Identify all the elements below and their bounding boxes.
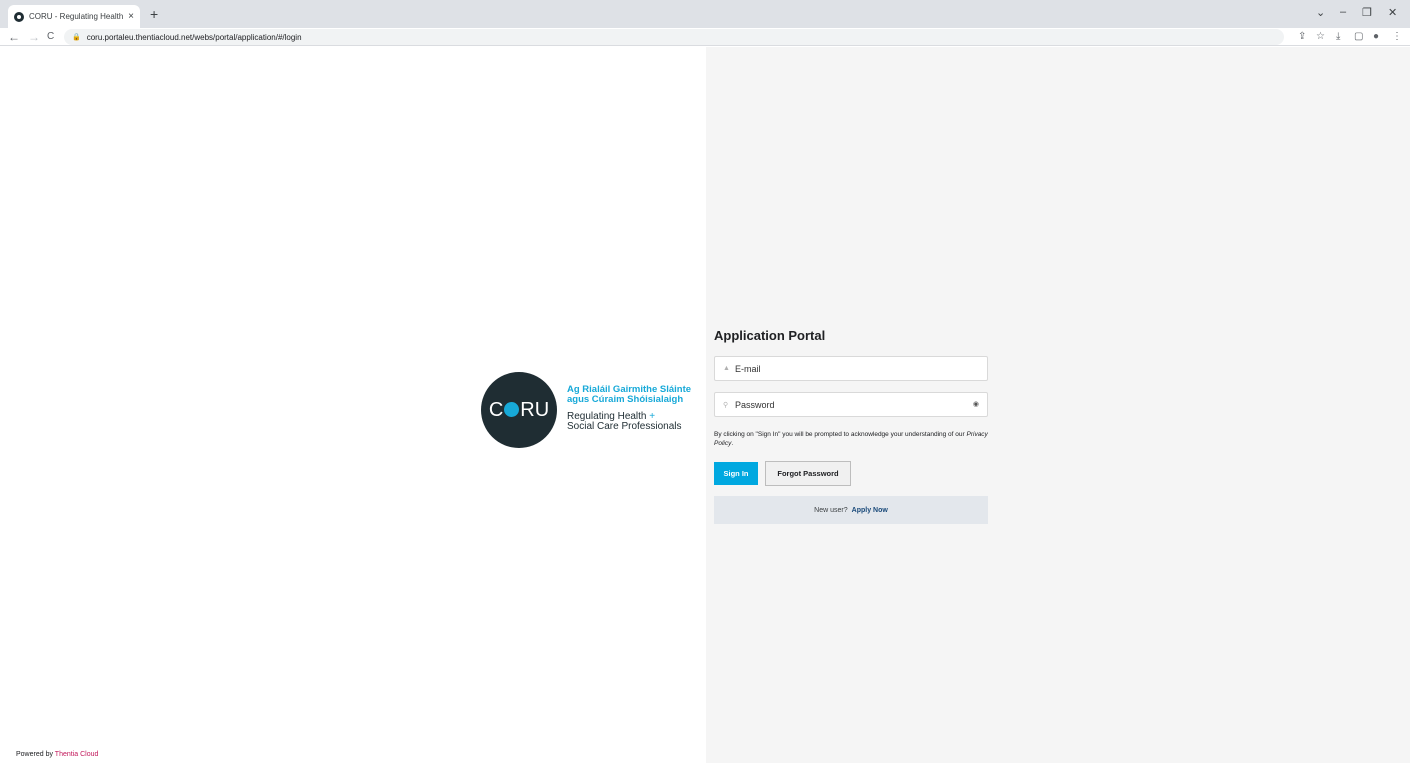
address-bar[interactable]: 🔒 coru.portaleu.thentiacloud.net/webs/po… [64, 29, 1284, 45]
tab-search-chevron-icon[interactable]: ⌄ [1316, 6, 1325, 19]
new-user-banner: New user? Apply Now [714, 496, 988, 524]
password-input[interactable] [735, 399, 955, 410]
address-url: coru.portaleu.thentiacloud.net/webs/port… [86, 32, 302, 42]
logo-english-tagline: Regulating Health + Social Care Professi… [567, 412, 682, 432]
consent-text: By clicking on "Sign In" you will be pro… [714, 430, 994, 448]
logo-english-line2: Social Care Professionals [567, 421, 682, 432]
minimize-icon[interactable]: – [1340, 6, 1346, 18]
side-panel-icon[interactable]: ▢ [1354, 30, 1363, 44]
profile-avatar-icon[interactable]: ● [1373, 30, 1379, 44]
forgot-password-button[interactable]: Forgot Password [765, 461, 851, 486]
bookmark-star-icon[interactable]: ☆ [1316, 30, 1325, 44]
email-input[interactable] [735, 363, 955, 374]
logo-irish-line2: agus Cúraim Shóisialaigh [567, 394, 684, 405]
download-icon[interactable]: ⤓ [1336, 30, 1340, 44]
logo-dot-icon [504, 402, 520, 417]
reload-icon[interactable]: C [47, 29, 54, 45]
sign-in-button[interactable]: Sign In [714, 462, 758, 485]
thentia-cloud-link[interactable]: Thentia Cloud [55, 751, 99, 758]
powered-by-footer: Powered by Thentia Cloud [16, 751, 98, 758]
page-title: Application Portal [714, 328, 826, 343]
tab-close-icon[interactable]: × [128, 11, 134, 22]
key-icon: ⚲ [723, 401, 729, 409]
logo-wordmark: C RU [481, 399, 557, 422]
forward-arrow-icon[interactable]: → [28, 29, 40, 45]
lock-icon: 🔒 [72, 34, 81, 41]
restore-icon[interactable]: ❐ [1362, 6, 1372, 19]
share-icon[interactable]: ⇪ [1298, 30, 1306, 44]
back-arrow-icon[interactable]: ← [8, 29, 20, 45]
consent-body: By clicking on "Sign In" you will be pro… [714, 431, 965, 438]
browser-menu-icon[interactable]: ⋮ [1392, 30, 1402, 44]
powered-by-label: Powered by [16, 751, 53, 758]
browser-tabstrip: CORU - Regulating Health & Soc × + ⌄ – ❐… [0, 0, 1410, 28]
browser-toolbar: ← → C 🔒 coru.portaleu.thentiacloud.net/w… [0, 28, 1410, 46]
user-icon: ▲ [723, 365, 730, 372]
coru-logo: C RU Ag Rialáil Gairmithe Sláinte agus Cú… [481, 372, 691, 450]
logo-irish-tagline: Ag Rialáil Gairmithe Sláinte agus Cúraim… [567, 385, 691, 405]
email-field[interactable]: ▲ [714, 356, 988, 381]
window-close-icon[interactable]: ✕ [1388, 6, 1397, 19]
new-tab-icon[interactable]: + [150, 6, 158, 22]
show-password-eye-icon[interactable]: ◉ [973, 400, 979, 408]
apply-now-link[interactable]: Apply Now [852, 507, 888, 514]
login-form: Application Portal ▲ ⚲ ◉ By clicking on … [714, 328, 988, 524]
password-field[interactable]: ⚲ ◉ [714, 392, 988, 417]
consent-end: . [731, 440, 734, 447]
tab-title: CORU - Regulating Health & Soc [29, 12, 124, 21]
logo-wordmark-c: C [488, 399, 504, 421]
browser-tab[interactable]: CORU - Regulating Health & Soc × [8, 5, 140, 28]
logo-wordmark-ru: RU [520, 399, 550, 421]
coru-favicon-icon [14, 11, 24, 22]
new-user-label: New user? [814, 506, 848, 514]
